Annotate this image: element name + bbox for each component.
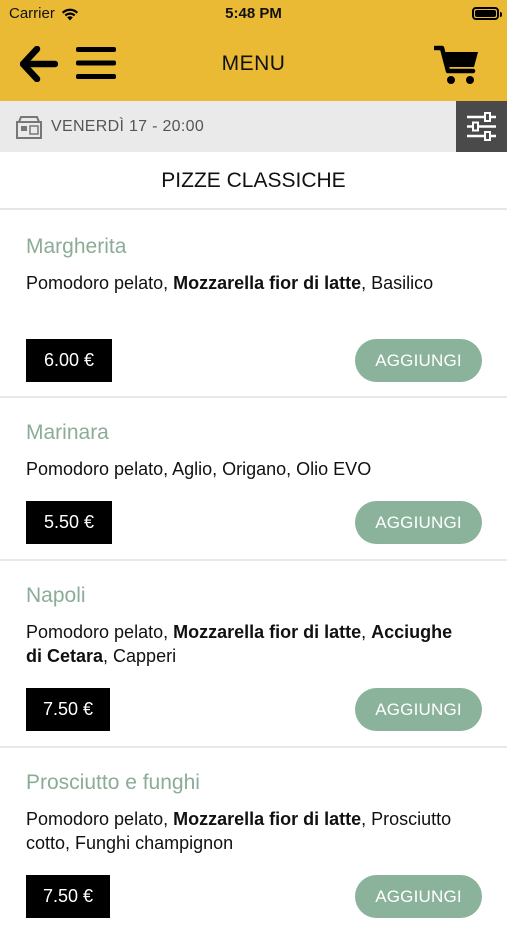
item-description: Pomodoro pelato, Mozzarella fior di latt…: [26, 620, 466, 668]
delivery-date-label: VENERDÌ 17 - 20:00: [51, 118, 205, 135]
item-name: Marinara: [26, 421, 109, 444]
menu-item: Napoli Pomodoro pelato, Mozzarella fior …: [0, 561, 507, 748]
ingredient-text: , Basilico: [361, 273, 434, 293]
ingredient-text: Pomodoro pelato,: [26, 622, 174, 642]
page-title: MENU: [221, 52, 286, 75]
category-title: PIZZE CLASSICHE: [0, 152, 507, 210]
ingredient-text: Pomodoro pelato,: [26, 273, 174, 293]
ingredient-text: Pomodoro pelato,: [26, 809, 174, 829]
ingredient-text: ,: [361, 622, 372, 642]
add-to-cart-button[interactable]: AGGIUNGI: [355, 875, 482, 918]
ingredient-highlight: Mozzarella fior di latte: [173, 809, 362, 829]
status-time: 5:48 PM: [225, 5, 282, 22]
app-header: Carrier 5:48 PM MENU: [0, 0, 507, 101]
item-name: Margherita: [26, 235, 127, 258]
item-price: 7.50 €: [26, 875, 110, 918]
item-description: Pomodoro pelato, Aglio, Origano, Olio EV…: [26, 457, 466, 481]
item-description: Pomodoro pelato, Mozzarella fior di latt…: [26, 271, 466, 295]
item-price: 6.00 €: [26, 339, 112, 382]
item-description: Pomodoro pelato, Mozzarella fior di latt…: [26, 807, 466, 855]
item-name: Prosciutto e funghi: [26, 771, 200, 794]
item-price: 7.50 €: [26, 688, 110, 731]
menu-item: Marinara Pomodoro pelato, Aglio, Origano…: [0, 398, 507, 561]
status-bar: Carrier 5:48 PM: [0, 4, 507, 24]
ingredient-highlight: Mozzarella fior di latte: [173, 273, 362, 293]
ingredient-text: , Capperi: [103, 646, 177, 666]
add-to-cart-button[interactable]: AGGIUNGI: [355, 339, 482, 382]
ingredient-text: Pomodoro pelato, Aglio, Origano, Olio EV…: [26, 459, 372, 479]
battery-icon: [472, 7, 502, 20]
item-price: 5.50 €: [26, 501, 112, 544]
sliders-icon: [467, 112, 496, 141]
ingredient-highlight: Mozzarella fior di latte: [173, 622, 362, 642]
add-to-cart-button[interactable]: AGGIUNGI: [355, 688, 482, 731]
menu-item: Margherita Pomodoro pelato, Mozzarella f…: [0, 212, 507, 398]
add-to-cart-button[interactable]: AGGIUNGI: [355, 501, 482, 544]
delivery-counter-icon: [16, 116, 42, 139]
navigation-bar: MENU: [0, 40, 507, 88]
delivery-date-bar[interactable]: VENERDÌ 17 - 20:00: [0, 101, 507, 152]
item-name: Napoli: [26, 584, 86, 607]
cart-icon[interactable]: [434, 44, 480, 86]
filter-button[interactable]: [456, 101, 507, 152]
menu-item: Prosciutto e funghi Pomodoro pelato, Moz…: [0, 748, 507, 948]
